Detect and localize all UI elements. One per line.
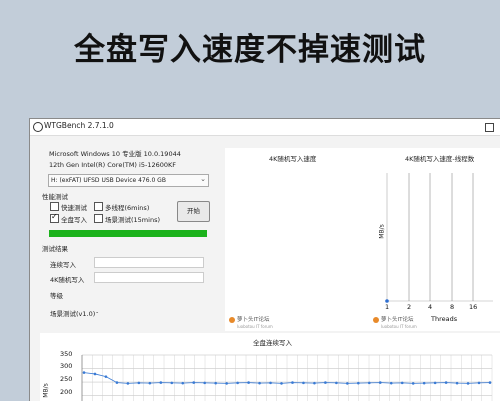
watermark-text: 萝卜头IT论坛: [237, 317, 270, 323]
grade-label: 等级: [50, 292, 63, 300]
chart-threads: 4K随机写入速度-线程数 MB/s 1 2 4 8 16 Threads 萝卜头…: [373, 148, 500, 331]
chart-threads-xlabel: Threads: [431, 315, 458, 323]
rand4k-write-value: [94, 272, 204, 283]
full-write-label: 全盘写入: [61, 216, 87, 224]
watermark: 萝卜头IT论坛: [229, 315, 269, 323]
chart-full-write: 全盘连续写入 MB/s 350 300 250 200: [40, 333, 500, 401]
watermark: 萝卜头IT论坛: [373, 315, 413, 323]
drive-select-value: H: (exFAT) UFSD USB Device 476.0 GB: [51, 177, 166, 184]
scene-result-value: -: [96, 308, 99, 316]
watermark-logo-icon: [373, 316, 379, 323]
scene-test-checkbox[interactable]: [94, 214, 103, 223]
seq-write-value: [94, 257, 204, 268]
full-write-checkbox[interactable]: [50, 212, 59, 223]
chart-full-write-plot: [81, 354, 493, 401]
banner-title: 全盘写入速度不掉速测试: [74, 32, 426, 68]
watermark-sub: luobotou IT forum: [381, 324, 417, 329]
quick-test-label: 快速测试: [61, 204, 87, 212]
results-label: 测试结果: [42, 245, 68, 253]
seq-write-label: 连续写入: [50, 261, 76, 269]
progress-fill: [49, 230, 207, 237]
x-tick: 4: [428, 303, 433, 311]
x-tick: 1: [385, 303, 390, 311]
app-icon: [33, 122, 43, 132]
chart-threads-plot: [385, 173, 493, 303]
scene-test-label: 场景测试(15mins): [105, 216, 160, 224]
drive-select[interactable]: H: (exFAT) UFSD USB Device 476.0 GB ⌄: [48, 174, 209, 187]
chevron-down-icon: ⌄: [200, 175, 206, 183]
chart-4k-random-write: 4K随机写入速度 萝卜头IT论坛 luobotou IT forum: [225, 148, 387, 331]
chart-4k-title: 4K随机写入速度: [269, 155, 317, 163]
cpu-info: 12th Gen Intel(R) Core(TM) i5-12600KF: [49, 161, 176, 169]
multithread-label: 多线程(6mins): [105, 204, 150, 212]
rand4k-write-label: 4K随机写入: [50, 276, 85, 284]
x-tick: 16: [469, 303, 478, 311]
progress-bar: [49, 230, 207, 237]
title-bar: WTGBench 2.7.1.0: [30, 119, 500, 136]
os-info: Microsoft Windows 10 专业版 10.0.19044: [49, 150, 181, 158]
x-tick: 8: [450, 303, 455, 311]
watermark-sub: luobotou IT forum: [237, 324, 273, 329]
scene-result-label: 场景测试(v1.0): [50, 310, 96, 318]
app-window: WTGBench 2.7.1.0 Microsoft Windows 10 专业…: [29, 118, 500, 401]
quick-test-checkbox[interactable]: [50, 202, 59, 211]
perf-test-label: 性能测试: [42, 193, 68, 201]
start-button[interactable]: 开始: [177, 201, 210, 222]
multithread-checkbox[interactable]: [94, 202, 103, 211]
maximize-icon[interactable]: [485, 123, 494, 132]
x-tick: 2: [407, 303, 412, 311]
watermark-logo-icon: [229, 316, 235, 323]
window-title: WTGBench 2.7.1.0: [44, 121, 114, 130]
watermark-text: 萝卜头IT论坛: [381, 317, 414, 323]
